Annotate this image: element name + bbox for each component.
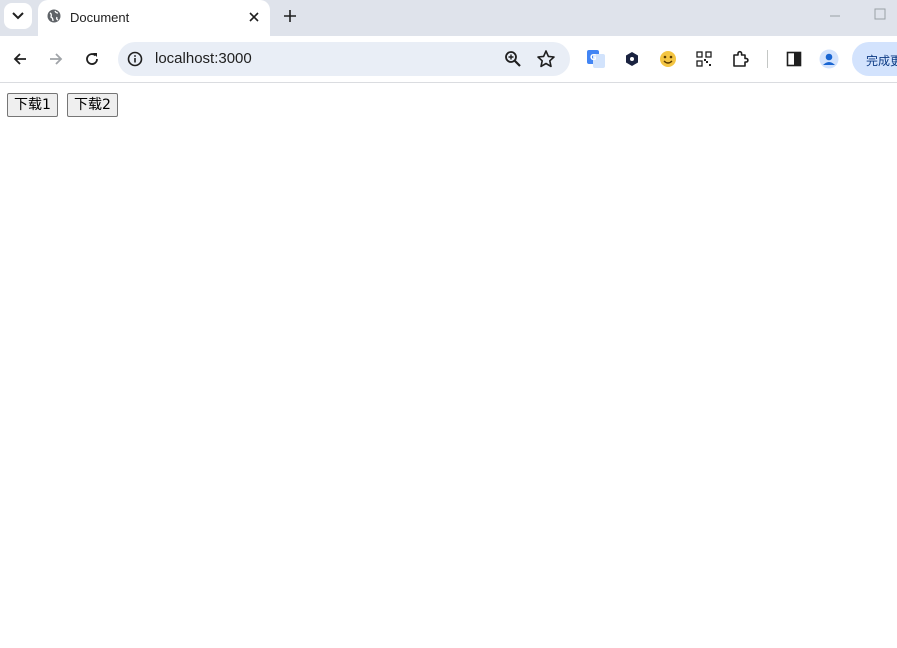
translate-icon: G — [587, 50, 605, 68]
active-tab[interactable]: Document — [38, 0, 270, 36]
address-bar[interactable]: localhost:3000 — [118, 42, 570, 76]
url-text[interactable]: localhost:3000 — [155, 50, 252, 67]
back-button[interactable] — [9, 48, 31, 70]
site-info-icon[interactable] — [127, 51, 143, 67]
side-panel-button[interactable] — [784, 49, 804, 69]
emoji-extension-button[interactable] — [658, 49, 678, 69]
zoom-icon[interactable] — [504, 50, 522, 68]
reload-icon — [86, 53, 98, 65]
bookmark-star-icon[interactable] — [536, 49, 556, 69]
minimize-window-icon[interactable] — [828, 6, 842, 26]
page-content: 下载1 下载2 — [0, 83, 897, 648]
download-2-button[interactable]: 下载2 — [67, 93, 118, 117]
tab-search-button[interactable] — [4, 3, 32, 29]
new-tab-button[interactable] — [280, 6, 300, 26]
finish-update-label: 完成更 — [866, 54, 897, 68]
translate-extension-button[interactable]: G — [586, 49, 606, 69]
extensions-menu-button[interactable] — [730, 49, 750, 69]
arrow-left-icon — [13, 53, 26, 65]
hexagon-extension-button[interactable] — [622, 49, 642, 69]
browser-toolbar: localhost:3000 G 完成更 — [0, 36, 897, 83]
qr-code-icon — [696, 51, 712, 67]
arrow-right-icon — [50, 53, 63, 65]
chevron-down-icon — [12, 12, 24, 20]
forward-button[interactable] — [45, 48, 67, 70]
avatar-icon — [819, 49, 839, 69]
hexagon-extension-icon — [626, 52, 638, 66]
svg-text:G: G — [590, 53, 597, 62]
side-panel-icon — [786, 51, 802, 67]
toolbar-divider — [767, 50, 768, 68]
finish-update-button[interactable]: 完成更 — [852, 42, 897, 76]
download-1-button[interactable]: 下载1 — [7, 93, 58, 117]
emoji-extension-icon — [660, 51, 676, 67]
puzzle-extensions-icon — [733, 50, 749, 67]
maximize-window-icon[interactable] — [874, 8, 888, 22]
close-icon — [249, 12, 259, 22]
globe-icon — [47, 9, 61, 23]
tab-strip: Document — [0, 0, 897, 36]
close-tab-button[interactable] — [246, 9, 262, 25]
tab-title: Document — [70, 10, 130, 25]
qr-code-extension-button[interactable] — [694, 49, 714, 69]
plus-icon — [284, 10, 296, 22]
profile-button[interactable] — [819, 49, 839, 69]
reload-button[interactable] — [81, 48, 103, 70]
